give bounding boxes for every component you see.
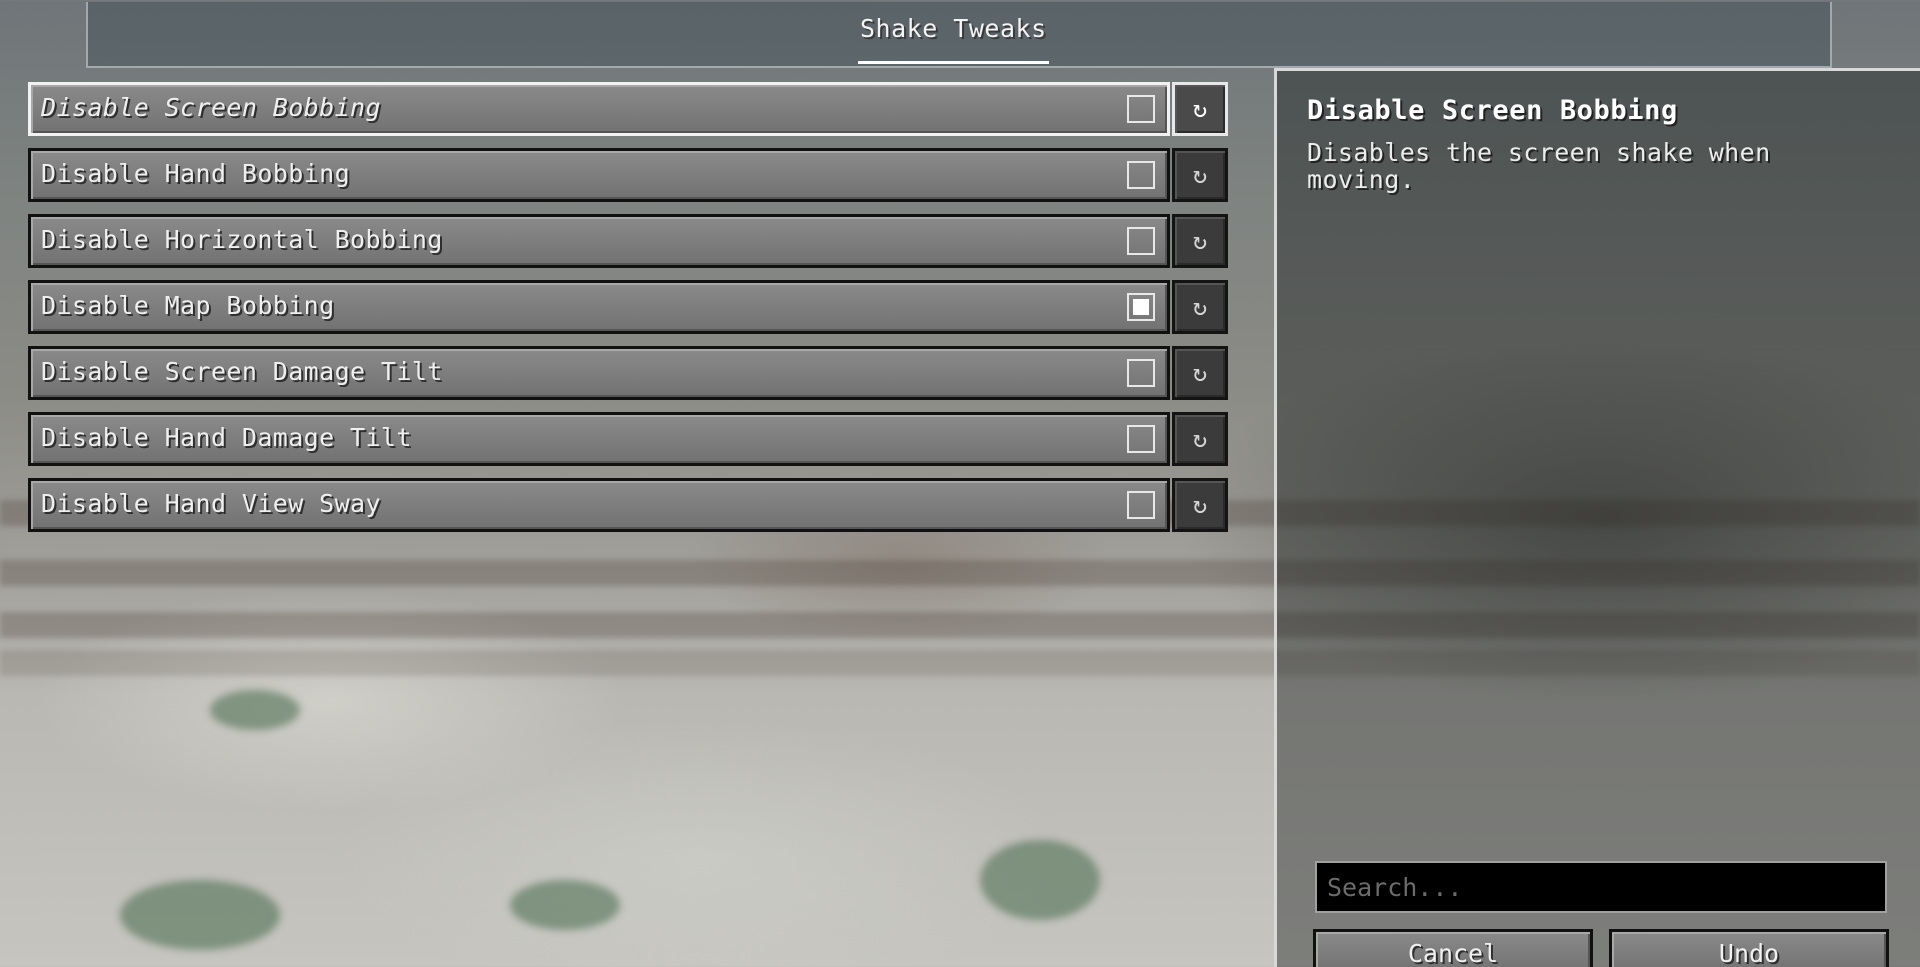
reset-button[interactable]: ↻ xyxy=(1172,148,1228,202)
option-row[interactable]: Disable Map Bobbing xyxy=(28,280,1170,334)
reset-button[interactable]: ↻ xyxy=(1172,280,1228,334)
reset-button[interactable]: ↻ xyxy=(1172,478,1228,532)
option-label: Disable Screen Bobbing xyxy=(41,93,381,122)
option-row[interactable]: Disable Hand View Sway xyxy=(28,478,1170,532)
option-label: Disable Screen Damage Tilt xyxy=(41,357,443,386)
reset-icon: ↻ xyxy=(1192,227,1208,255)
option-checkbox[interactable] xyxy=(1127,161,1155,189)
reset-button[interactable]: ↻ xyxy=(1172,412,1228,466)
option-label: Disable Hand View Sway xyxy=(41,489,381,518)
option-checkbox[interactable] xyxy=(1127,227,1155,255)
option-checkbox[interactable] xyxy=(1127,491,1155,519)
option-row[interactable]: Disable Screen Damage Tilt xyxy=(28,346,1170,400)
reset-icon: ↻ xyxy=(1192,359,1208,387)
reset-icon: ↻ xyxy=(1192,293,1208,321)
option-label: Disable Hand Damage Tilt xyxy=(41,423,412,452)
option-label: Disable Hand Bobbing xyxy=(41,159,351,188)
details-panel: Disable Screen Bobbing Disables the scre… xyxy=(1274,68,1920,967)
reset-button[interactable]: ↻ xyxy=(1172,214,1228,268)
option-checkbox[interactable] xyxy=(1127,425,1155,453)
cancel-button[interactable]: Cancel xyxy=(1313,929,1593,967)
details-description: Disables the screen shake when moving. xyxy=(1307,138,1771,194)
reset-button[interactable]: ↻ xyxy=(1172,346,1228,400)
reset-button[interactable]: ↻ xyxy=(1172,82,1228,136)
reset-icon: ↻ xyxy=(1192,425,1208,453)
option-checkbox[interactable] xyxy=(1127,95,1155,123)
option-row[interactable]: Disable Screen Bobbing xyxy=(28,82,1170,136)
reset-icon: ↻ xyxy=(1192,161,1208,189)
search-input[interactable] xyxy=(1315,861,1887,913)
background-shrub xyxy=(210,690,300,730)
option-checkbox[interactable] xyxy=(1127,359,1155,387)
background-shrub xyxy=(120,880,280,950)
reset-icon: ↻ xyxy=(1192,95,1208,123)
undo-button[interactable]: Undo xyxy=(1609,929,1889,967)
reset-icon: ↻ xyxy=(1192,491,1208,519)
option-checkbox[interactable] xyxy=(1127,293,1155,321)
option-row[interactable]: Disable Hand Damage Tilt xyxy=(28,412,1170,466)
background-shrub xyxy=(980,840,1100,920)
option-row[interactable]: Disable Horizontal Bobbing xyxy=(28,214,1170,268)
option-row[interactable]: Disable Hand Bobbing xyxy=(28,148,1170,202)
window-title[interactable]: Shake Tweaks xyxy=(858,14,1049,64)
option-label: Disable Horizontal Bobbing xyxy=(41,225,443,254)
option-label: Disable Map Bobbing xyxy=(41,291,335,320)
background-shrub xyxy=(510,880,620,930)
details-title: Disable Screen Bobbing xyxy=(1307,95,1678,126)
